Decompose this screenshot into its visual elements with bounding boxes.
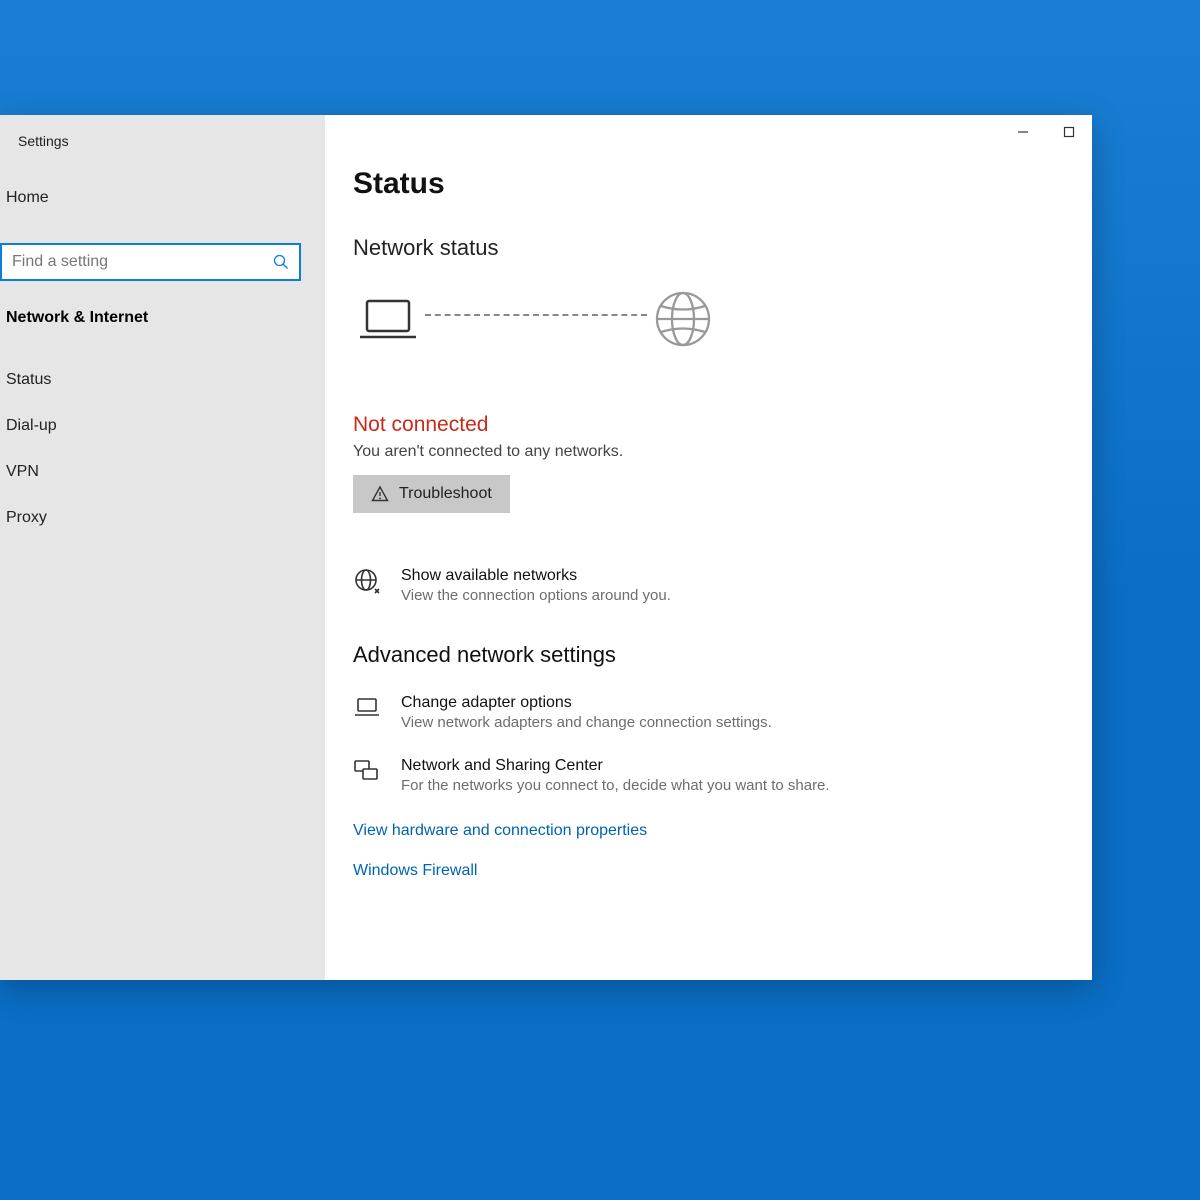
network-status-graphic	[353, 289, 1064, 349]
app-title: Settings	[0, 127, 325, 179]
sidebar-category: Network & Internet	[0, 281, 325, 339]
connection-line	[425, 314, 647, 316]
sharing-icon	[353, 757, 381, 785]
sidebar-item-vpn[interactable]: VPN	[0, 449, 325, 495]
sidebar-item-proxy[interactable]: Proxy	[0, 495, 325, 541]
minimize-button[interactable]	[1000, 115, 1046, 149]
troubleshoot-label: Troubleshoot	[399, 485, 492, 503]
network-icon	[353, 567, 381, 595]
not-connected-sub: You aren't connected to any networks.	[353, 443, 1064, 461]
advanced-title: Advanced network settings	[353, 642, 1064, 668]
sidebar-item-dialup[interactable]: Dial-up	[0, 403, 325, 449]
sidebar-nav: Status Dial-up VPN Proxy	[0, 357, 325, 541]
adapter-sub: View network adapters and change connect…	[401, 714, 772, 731]
network-sharing-center[interactable]: Network and Sharing Center For the netwo…	[353, 757, 1064, 794]
search-icon	[273, 254, 289, 270]
troubleshoot-button[interactable]: Troubleshoot	[353, 475, 510, 513]
globe-icon	[653, 289, 713, 349]
laptop-icon	[357, 295, 419, 343]
link-windows-firewall[interactable]: Windows Firewall	[353, 862, 477, 880]
sidebar-item-status[interactable]: Status	[0, 357, 325, 403]
settings-window: Settings Home Network & Internet Status …	[0, 115, 1092, 980]
change-adapter-options[interactable]: Change adapter options View network adap…	[353, 694, 1064, 731]
main-content: Status Network status Not connec	[325, 115, 1092, 980]
search-input[interactable]	[12, 253, 273, 271]
adapter-title: Change adapter options	[401, 694, 772, 712]
search-wrap	[0, 217, 325, 281]
maximize-button[interactable]	[1046, 115, 1092, 149]
available-sub: View the connection options around you.	[401, 587, 671, 604]
sharing-sub: For the networks you connect to, decide …	[401, 777, 830, 794]
page-title: Status	[353, 167, 1064, 201]
titlebar-controls	[1000, 115, 1092, 149]
home-link[interactable]: Home	[0, 179, 325, 217]
sidebar: Settings Home Network & Internet Status …	[0, 115, 325, 980]
show-available-networks[interactable]: Show available networks View the connect…	[353, 567, 1064, 604]
link-hardware-properties[interactable]: View hardware and connection properties	[353, 822, 647, 840]
warning-icon	[371, 485, 389, 503]
adapter-icon	[353, 694, 381, 722]
search-box[interactable]	[0, 243, 301, 281]
not-connected-title: Not connected	[353, 413, 1064, 437]
sharing-title: Network and Sharing Center	[401, 757, 830, 775]
section-title: Network status	[353, 235, 1064, 261]
available-title: Show available networks	[401, 567, 671, 585]
